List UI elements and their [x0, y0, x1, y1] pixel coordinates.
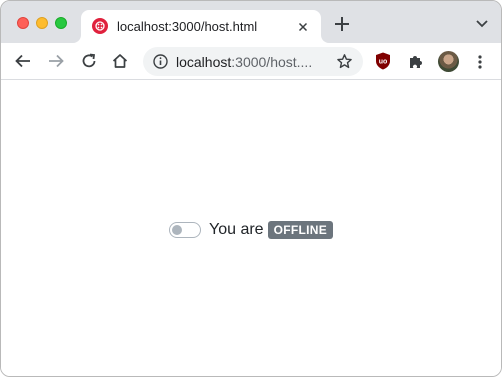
tab-active[interactable]: localhost:3000/host.html	[81, 10, 321, 43]
info-icon[interactable]	[152, 53, 169, 70]
maximize-window-button[interactable]	[55, 17, 67, 29]
kebab-menu-icon[interactable]	[473, 53, 487, 71]
close-window-button[interactable]	[17, 17, 29, 29]
toggle-knob	[172, 225, 182, 235]
tab-strip: localhost:3000/host.html	[1, 1, 501, 43]
bookmark-star-icon[interactable]	[336, 53, 353, 70]
profile-avatar[interactable]	[438, 51, 459, 72]
status-badge: OFFLINE	[267, 221, 334, 239]
chevron-down-icon[interactable]	[475, 16, 489, 30]
back-arrow-icon[interactable]	[14, 52, 32, 70]
browser-toolbar: localhost:3000/host....	[1, 43, 501, 80]
new-tab-button[interactable]	[332, 14, 352, 34]
url-text: localhost:3000/host....	[176, 54, 312, 70]
url-path: :3000/host....	[231, 54, 313, 70]
home-icon[interactable]	[111, 52, 129, 70]
address-bar[interactable]: localhost:3000/host....	[143, 47, 363, 76]
tab-title: localhost:3000/host.html	[117, 19, 258, 34]
forward-arrow-icon[interactable]	[47, 52, 65, 70]
svg-text:uo: uo	[379, 59, 388, 66]
puzzle-icon[interactable]	[407, 53, 425, 71]
online-toggle[interactable]	[169, 222, 201, 238]
url-host: localhost	[176, 54, 232, 70]
reload-icon[interactable]	[80, 52, 98, 70]
status-row: You are OFFLINE	[169, 220, 334, 240]
browser-window: localhost:3000/host.html localhost:3000/…	[0, 0, 502, 377]
ublock-origin-icon[interactable]: uo	[375, 52, 391, 70]
page-content: You are OFFLINE	[1, 81, 501, 376]
close-tab-icon[interactable]	[295, 19, 311, 35]
minimize-window-button[interactable]	[36, 17, 48, 29]
twilio-icon	[92, 18, 108, 34]
status-label: You are	[209, 221, 264, 238]
